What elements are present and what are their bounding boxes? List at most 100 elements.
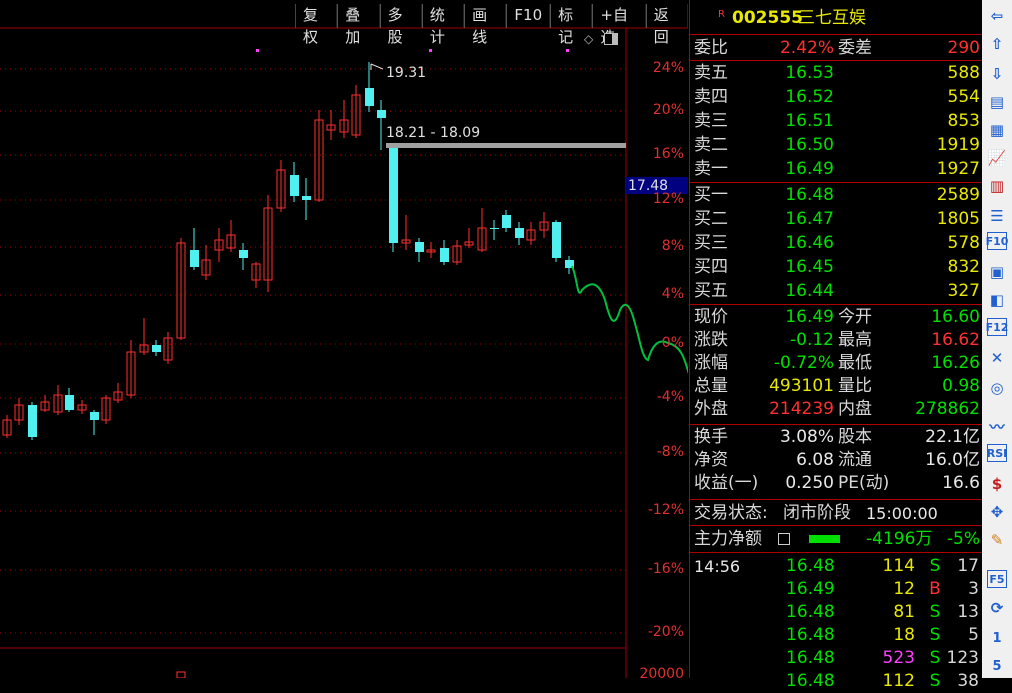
- quote-label: 外盘: [694, 399, 728, 419]
- candle-down[interactable]: [28, 405, 37, 437]
- candle-down[interactable]: [365, 88, 374, 106]
- report-icon[interactable]: ▤: [985, 90, 1009, 114]
- tick-row[interactable]: 14:56 16.48 114 S 17: [690, 555, 982, 578]
- f10-icon[interactable]: F10: [986, 232, 1008, 250]
- list-icon[interactable]: ☰: [985, 204, 1009, 228]
- trade-status-row: 交易状态: 闭市阶段 15:00:00: [690, 502, 982, 525]
- fundamental-value: 6.08: [796, 450, 834, 470]
- arrow-down-icon[interactable]: ⇩: [985, 62, 1009, 86]
- f10-button[interactable]: F10: [506, 4, 551, 28]
- tick-price: 16.48: [786, 556, 835, 576]
- pen-icon[interactable]: ✎: [985, 528, 1009, 552]
- move-icon[interactable]: ✥: [985, 500, 1009, 524]
- draw-line-button[interactable]: 画线: [464, 4, 507, 46]
- candle-down[interactable]: [239, 250, 248, 258]
- kline-chart[interactable]: 19.3118.21 - 18.0917.48: [0, 0, 688, 678]
- quote-row: 外盘 214239 内盘 278862: [690, 398, 982, 421]
- restore-rights-button[interactable]: 复权: [295, 4, 338, 46]
- candle-chart-icon[interactable]: ▥: [985, 174, 1009, 198]
- ask-label: 卖一: [694, 159, 728, 179]
- overlay-button[interactable]: 叠加: [337, 4, 380, 46]
- tick-side: S: [929, 625, 941, 645]
- chart-window-icon[interactable]: [604, 33, 618, 45]
- money-icon[interactable]: $: [985, 472, 1009, 496]
- weicha-value: 290: [947, 38, 980, 58]
- candle-down[interactable]: [515, 228, 524, 238]
- fundamental-value: 0.250: [785, 473, 834, 493]
- candle-down[interactable]: [65, 395, 74, 410]
- quote-row: 涨跌 -0.12 最高 16.62: [690, 329, 982, 352]
- candle-down[interactable]: [377, 110, 386, 118]
- quote-label: 总量: [694, 376, 728, 396]
- divider: [690, 60, 982, 61]
- event-marker[interactable]: [256, 49, 259, 52]
- quote-label: 今开: [838, 307, 872, 327]
- axis-tick-label: -16%: [647, 561, 684, 577]
- fundamental-label: 净资: [694, 450, 728, 470]
- line-chart-icon[interactable]: 📈: [985, 146, 1009, 170]
- statistics-button[interactable]: 统计: [421, 4, 465, 46]
- chart-settings-icon[interactable]: ◇: [584, 33, 596, 45]
- candle-down[interactable]: [302, 196, 311, 200]
- candle-down[interactable]: [415, 242, 424, 252]
- quote-label: 现价: [694, 307, 728, 327]
- bid-price: 16.46: [785, 233, 834, 253]
- f12-icon[interactable]: F12: [986, 318, 1008, 336]
- mark-button[interactable]: 标记: [550, 4, 593, 46]
- candle-down[interactable]: [490, 228, 499, 229]
- candle-down[interactable]: [389, 148, 398, 243]
- arrow-up-icon[interactable]: ⇧: [985, 32, 1009, 56]
- candle-down[interactable]: [290, 175, 299, 196]
- trend-icon[interactable]: 〰: [985, 414, 1009, 438]
- candle-down[interactable]: [502, 215, 511, 228]
- tick-row[interactable]: 16.49 12 B 3: [690, 578, 982, 601]
- candle-down[interactable]: [552, 222, 561, 258]
- main-force-menu-icon[interactable]: [778, 533, 790, 545]
- tx-icon[interactable]: ✕: [985, 346, 1009, 370]
- ask-price: 16.49: [785, 159, 834, 179]
- candle-down[interactable]: [190, 250, 199, 267]
- back-button[interactable]: 返回: [645, 4, 688, 46]
- tick-row[interactable]: 16.48 18 S 5: [690, 624, 982, 647]
- one-icon[interactable]: 1: [985, 626, 1009, 650]
- axis-tick-label: 0%: [661, 335, 684, 351]
- table-icon[interactable]: ▦: [985, 118, 1009, 142]
- ask-row: 卖四 16.52 554: [690, 86, 982, 109]
- ask-volume: 1919: [936, 135, 980, 155]
- rsi-icon[interactable]: RSI: [987, 444, 1007, 462]
- add-watchlist-button[interactable]: +自选: [592, 4, 646, 46]
- quote-value: 0.98: [942, 376, 980, 396]
- fundamental-label: 收益(一): [694, 473, 759, 493]
- axis-tick-label: 4%: [661, 286, 684, 302]
- tick-row[interactable]: 16.48 81 S 13: [690, 601, 982, 624]
- f5-icon[interactable]: F5: [987, 570, 1007, 588]
- ask-volume: 588: [947, 63, 980, 83]
- five-icon[interactable]: 5: [985, 654, 1009, 678]
- bid-label: 买二: [694, 209, 728, 229]
- tick-row[interactable]: 16.48 523 S 123: [690, 647, 982, 670]
- candle-down[interactable]: [152, 345, 161, 352]
- self-select-icon[interactable]: ◧: [985, 288, 1009, 312]
- quote-value: 493101: [769, 376, 834, 396]
- tick-count: 17: [957, 556, 979, 576]
- divider: [690, 552, 982, 553]
- candle-down[interactable]: [440, 248, 449, 262]
- main-force-pct: -5%: [946, 529, 980, 549]
- multi-stock-button[interactable]: 多股: [379, 4, 422, 46]
- news-icon[interactable]: ▣: [985, 260, 1009, 284]
- arrow-left-icon[interactable]: ⇦: [985, 4, 1009, 28]
- refresh-icon[interactable]: ⟳: [985, 596, 1009, 620]
- candle-down[interactable]: [90, 412, 99, 420]
- axis-tick-label: 16%: [652, 146, 684, 162]
- gap-bar: [386, 143, 626, 148]
- kline-chart-area[interactable]: 19.31 18.21 - 18.09 17.48 复权 叠加 多股 统计 画线 F…: [0, 0, 688, 682]
- tick-volume: 523: [882, 648, 915, 668]
- circle-icon[interactable]: ◎: [985, 376, 1009, 400]
- event-marker[interactable]: [429, 49, 432, 52]
- tick-row[interactable]: 16.48 112 S 38: [690, 670, 982, 693]
- ask-row: 卖一 16.49 1927: [690, 158, 982, 181]
- bid-volume: 832: [947, 257, 980, 277]
- quote-row: 涨幅 -0.72% 最低 16.26: [690, 352, 982, 375]
- event-marker[interactable]: [566, 49, 569, 52]
- tick-side: S: [929, 556, 941, 576]
